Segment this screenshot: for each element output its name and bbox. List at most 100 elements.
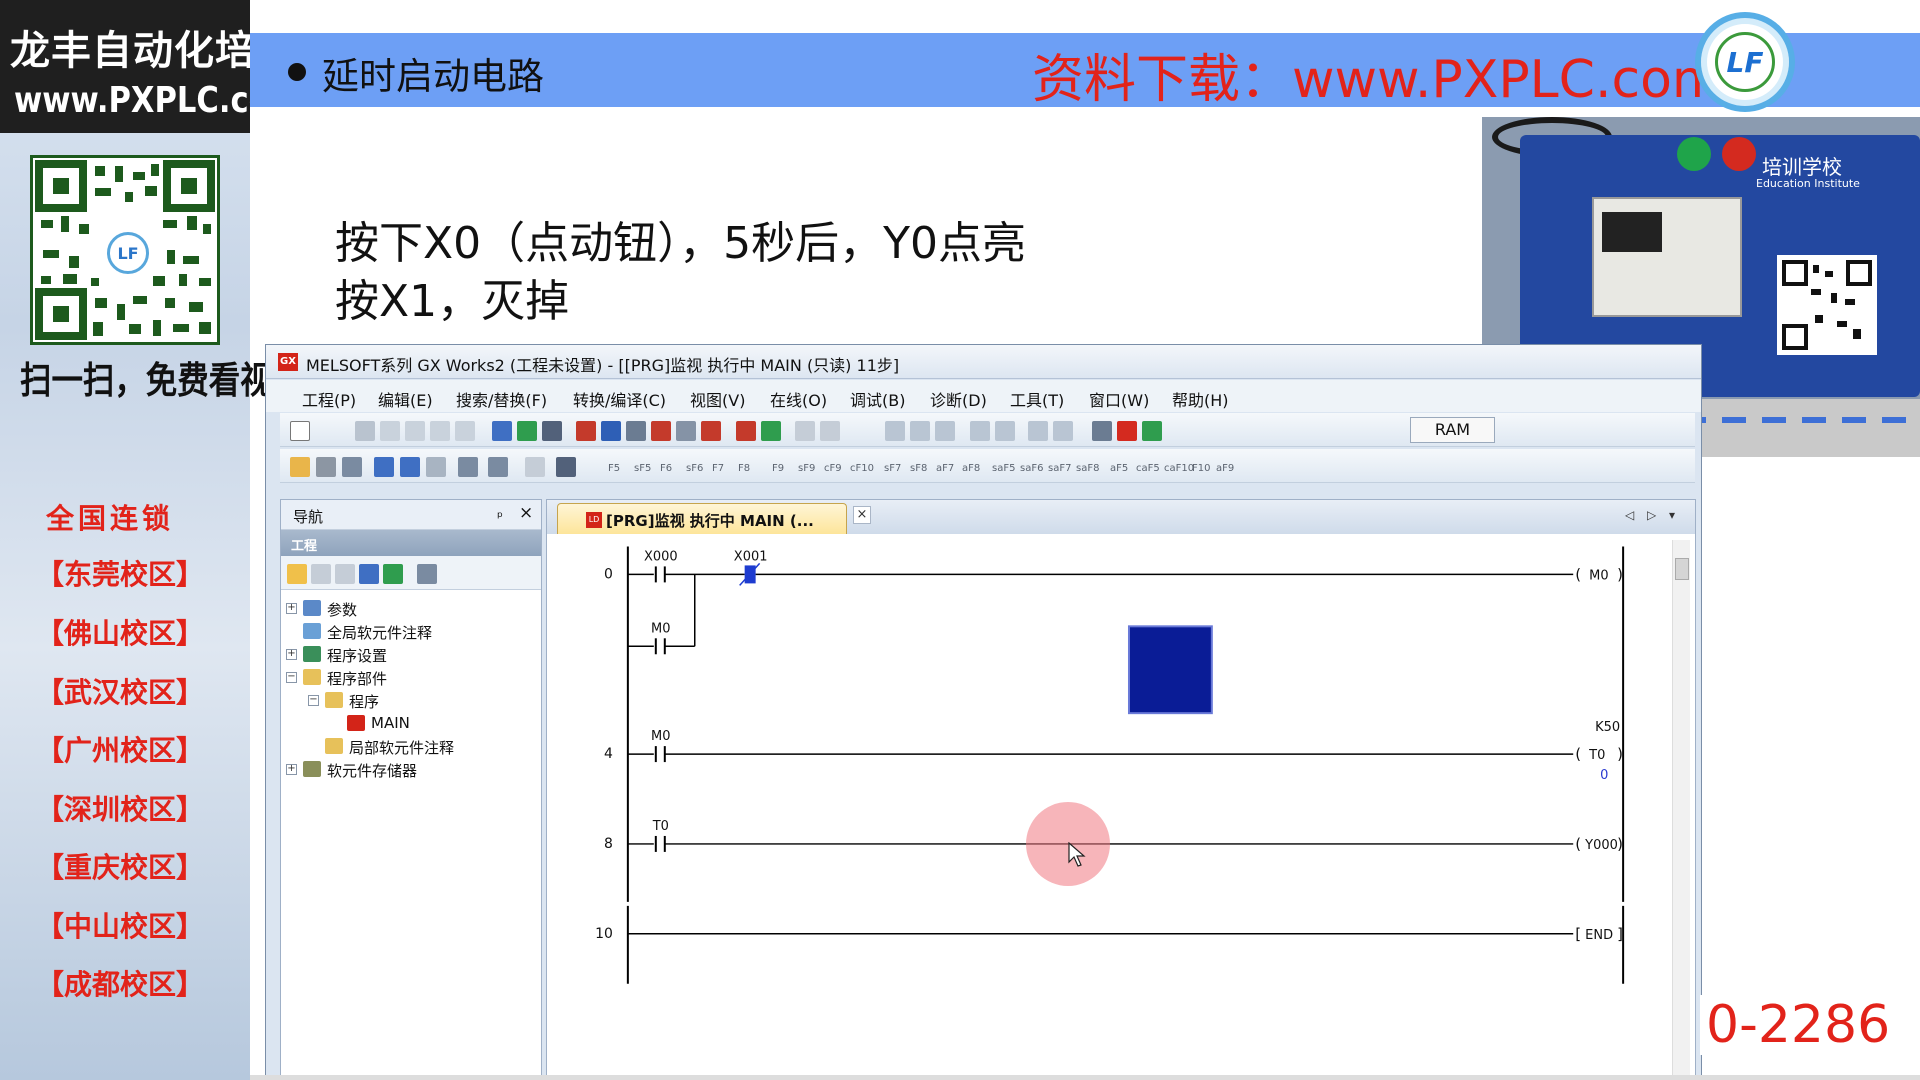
tree-item-local-comment[interactable]: 局部软元件注释 [349,737,454,758]
run-icon[interactable] [1117,421,1137,441]
sequence-icon[interactable] [1092,421,1112,441]
device-verify-icon[interactable] [542,421,562,441]
ladder-convert-icon[interactable] [820,421,840,441]
step-icon[interactable] [1142,421,1162,441]
tree-options-icon[interactable] [417,564,437,584]
dev-batch-icon[interactable] [374,457,394,477]
instruction-icon[interactable] [995,421,1015,441]
refresh-icon[interactable] [383,564,403,584]
ladder-diagram[interactable]: 0 X000 X001 ( M0 ) M0 4 M0 (T0) K50 0 … [547,534,1695,1080]
tab-close-icon[interactable]: × [853,506,871,524]
tree-item-pou[interactable]: 程序部件 [327,668,387,689]
tree-item-device-memory[interactable]: 软元件存储器 [327,760,417,781]
device-read-icon[interactable] [492,421,512,441]
line-icon[interactable] [1028,421,1048,441]
key-label[interactable]: aF5 [1110,463,1128,474]
device-write-icon[interactable] [517,421,537,441]
read-from-plc-icon[interactable] [576,421,596,441]
paste-icon[interactable] [405,421,425,441]
key-label[interactable]: sF6 [686,463,703,474]
key-label[interactable]: caF5 [1136,463,1160,474]
key-label[interactable]: F10 [1192,463,1210,474]
element-list-icon[interactable] [316,457,336,477]
dev-list-icon[interactable] [400,457,420,477]
key-label[interactable]: F5 [608,463,620,474]
redo-icon[interactable] [455,421,475,441]
menu-window[interactable]: 窗口(W) [1089,387,1149,411]
menu-debug[interactable]: 调试(B) [850,387,905,411]
monitor-icon[interactable] [676,421,696,441]
expand-icon[interactable]: + [286,603,297,614]
key-label[interactable]: caF10 [1164,463,1194,474]
scrollbar-thumb[interactable] [1675,558,1689,580]
window-titlebar[interactable]: GX MELSOFT系列 GX Works2 (工程未设置) - [[PRG]监… [266,345,1701,379]
key-label[interactable]: F7 [712,463,724,474]
cut-icon[interactable] [355,421,375,441]
key-label[interactable]: sF5 [634,463,651,474]
key-label[interactable]: aF8 [962,463,980,474]
paste-data-icon[interactable] [335,564,355,584]
tree-item-global-comment[interactable]: 全局软元件注释 [327,622,432,643]
new-data-icon[interactable] [287,564,307,584]
menu-convert-compile[interactable]: 转换/编译(C) [573,387,666,411]
menu-project[interactable]: 工程(P) [302,387,356,411]
key-label[interactable]: saF6 [1020,463,1043,474]
key-label[interactable]: cF10 [850,463,874,474]
properties-icon[interactable] [359,564,379,584]
line-delete-icon[interactable] [1053,421,1073,441]
menu-tools[interactable]: 工具(T) [1010,387,1064,411]
tab-list-icon[interactable]: ▾ [1669,508,1675,522]
expand-icon[interactable]: + [286,649,297,660]
tab-prev-icon[interactable]: ◁ [1625,508,1634,522]
copy-icon[interactable] [380,421,400,441]
key-label[interactable]: cF9 [824,463,842,474]
close-icon[interactable]: × [519,503,533,523]
undo-icon[interactable] [430,421,450,441]
ladder-edit-icon[interactable] [795,421,815,441]
help-icon[interactable] [525,457,545,477]
menu-view[interactable]: 视图(V) [690,387,745,411]
key-label[interactable]: F8 [738,463,750,474]
collapse-icon[interactable]: − [286,672,297,683]
key-label[interactable]: saF8 [1076,463,1099,474]
find-device-icon[interactable] [488,457,508,477]
pin-icon[interactable]: ₚ [497,505,503,521]
key-label[interactable]: saF7 [1048,463,1071,474]
coil-icon[interactable] [970,421,990,441]
parallel-icon[interactable] [935,421,955,441]
new-file-icon[interactable] [290,421,310,441]
verify-plc-icon[interactable] [626,421,646,441]
key-label[interactable]: F9 [772,463,784,474]
remote-op-icon[interactable] [651,421,671,441]
output-icon[interactable] [342,457,362,477]
vertical-scrollbar[interactable] [1672,540,1690,1080]
tab-main-monitor[interactable]: LD [PRG]监视 执行中 MAIN (... [557,503,847,534]
monitor-stop-icon[interactable] [701,421,721,441]
menu-online[interactable]: 在线(O) [770,387,827,411]
contact-icon[interactable] [885,421,905,441]
menu-edit[interactable]: 编辑(E) [378,387,433,411]
tree-item-parameter[interactable]: 参数 [327,599,357,620]
key-label[interactable]: F6 [660,463,672,474]
binoculars-icon[interactable] [556,457,576,477]
key-label[interactable]: sF7 [884,463,901,474]
write-to-plc-icon[interactable] [601,421,621,441]
menu-search-replace[interactable]: 搜索/替换(F) [456,387,547,411]
key-label[interactable]: saF5 [992,463,1015,474]
dev-write-icon[interactable] [761,421,781,441]
copy-data-icon[interactable] [311,564,331,584]
menu-diagnostics[interactable]: 诊断(D) [930,387,987,411]
contact-b-icon[interactable] [910,421,930,441]
view-icon[interactable] [458,457,478,477]
expand-icon[interactable]: + [286,764,297,775]
tab-next-icon[interactable]: ▷ [1647,508,1656,522]
key-label[interactable]: aF7 [936,463,954,474]
tree-item-program-setting[interactable]: 程序设置 [327,645,387,666]
dev-read-icon[interactable] [736,421,756,441]
key-label[interactable]: sF8 [910,463,927,474]
memory-select[interactable]: RAM [1410,417,1495,443]
key-label[interactable]: sF9 [798,463,815,474]
collapse-icon[interactable]: − [308,695,319,706]
tree-item-main[interactable]: MAIN [371,714,410,732]
tree-item-program[interactable]: 程序 [349,691,379,712]
